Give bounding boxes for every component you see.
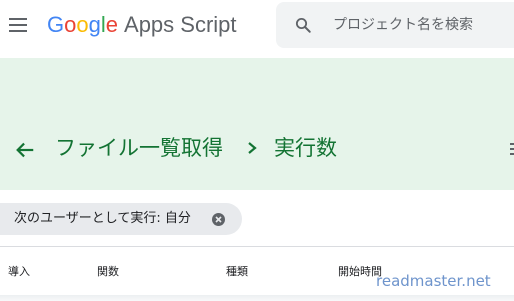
chevron-right-icon xyxy=(248,142,257,154)
arrow-left-icon[interactable] xyxy=(14,139,36,161)
search-icon[interactable] xyxy=(294,16,312,34)
clipped-edge-icon xyxy=(510,143,514,155)
column-header-deployment[interactable]: 導入 xyxy=(8,265,30,279)
watermark: readmaster.net xyxy=(376,272,491,290)
product-name: Apps Script xyxy=(124,12,237,37)
cancel-circle-icon[interactable] xyxy=(212,213,225,226)
page-header-band xyxy=(0,58,514,190)
table-bottom-shade xyxy=(0,295,514,301)
page-title: 実行数 xyxy=(274,136,337,160)
top-app-bar: Google Apps Script プロジェクト名を検索 xyxy=(0,0,514,58)
column-header-function[interactable]: 関数 xyxy=(97,265,119,279)
hamburger-menu-icon[interactable] xyxy=(8,13,30,37)
column-header-type[interactable]: 種類 xyxy=(226,265,248,279)
filter-chip-label: 次のユーザーとして実行: 自分 xyxy=(14,211,191,226)
filter-chip[interactable]: 次のユーザーとして実行: 自分 xyxy=(0,203,242,235)
google-apps-script-logo[interactable]: Google Apps Script xyxy=(47,11,237,39)
breadcrumb-project-link[interactable]: ファイル一覧取得 xyxy=(55,133,223,163)
project-search-box[interactable]: プロジェクト名を検索 xyxy=(276,2,514,48)
search-input[interactable]: プロジェクト名を検索 xyxy=(333,15,473,35)
